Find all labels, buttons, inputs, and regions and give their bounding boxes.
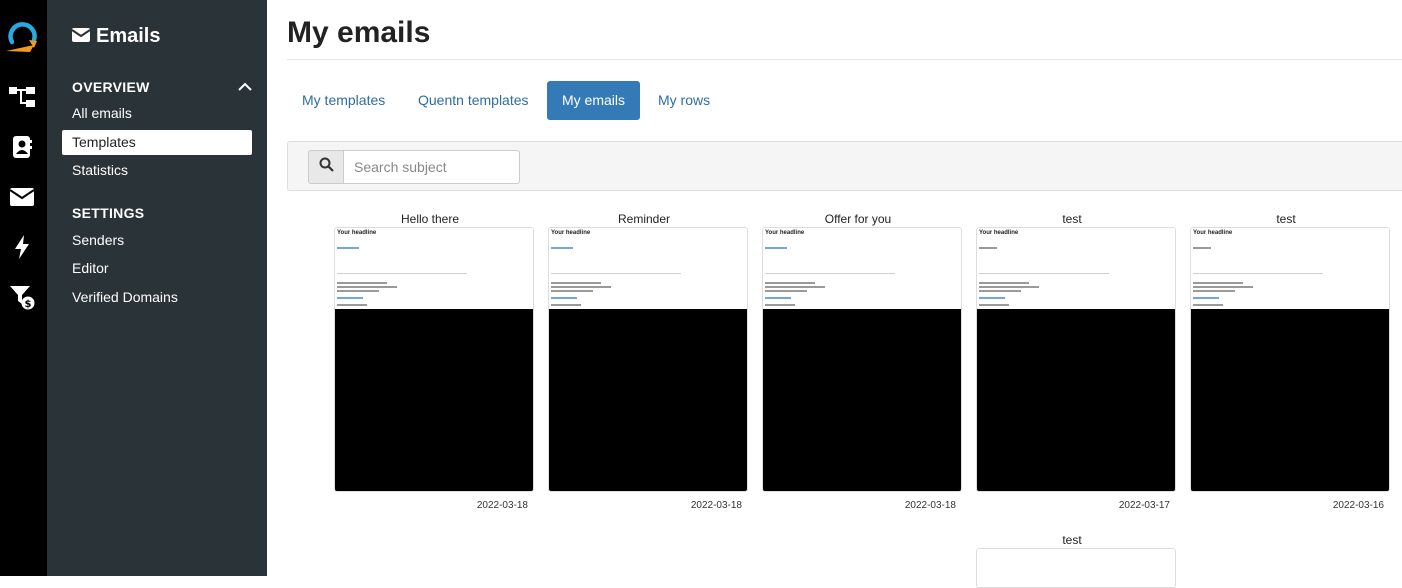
email-card-date: 2022-03-16: [1332, 500, 1384, 511]
tab-my-templates[interactable]: My templates: [287, 81, 400, 120]
tab-quentn-templates[interactable]: Quentn templates: [403, 81, 544, 120]
envelope-icon: [71, 25, 91, 48]
main-content: My emails My templates Quentn templates …: [267, 0, 1402, 588]
sidebar-item-all-emails[interactable]: All emails: [62, 101, 252, 126]
search-icon: [319, 157, 334, 177]
bolt-icon[interactable]: [9, 234, 35, 260]
search-button[interactable]: [308, 150, 344, 184]
sidebar-item-senders[interactable]: Senders: [62, 228, 252, 253]
search-toolbar: [287, 141, 1402, 191]
preview-dark-area: [977, 309, 1175, 491]
preview-dark-area: [335, 309, 533, 491]
preview-body: [335, 228, 533, 309]
email-card-name: Reminder: [617, 212, 671, 226]
sidebar-title: Emails: [71, 25, 161, 48]
preview-headline: Your headline: [551, 230, 591, 236]
search-input[interactable]: [343, 150, 520, 184]
app-logo[interactable]: [4, 18, 42, 56]
tab-my-emails[interactable]: My emails: [547, 81, 641, 120]
preview-headline: Your headline: [337, 230, 377, 236]
email-card-date: 2022-03-17: [1118, 500, 1170, 511]
icon-rail: $: [0, 0, 47, 576]
email-card-date: 2022-03-18: [690, 500, 742, 511]
preview-body: [977, 228, 1175, 309]
preview-dark-area: [549, 309, 747, 491]
page-title: My emails: [287, 16, 431, 49]
envelope-icon[interactable]: [9, 184, 35, 210]
email-preview-thumbnail[interactable]: Your headline: [762, 227, 962, 492]
preview-headline: Your headline: [979, 230, 1019, 236]
sidebar-section-settings: SETTINGS: [72, 205, 145, 221]
preview-body: [549, 228, 747, 309]
email-preview-thumbnail[interactable]: Your headline: [976, 227, 1176, 492]
email-card-name: test: [1062, 212, 1082, 226]
email-preview-thumbnail[interactable]: Your headline: [334, 227, 534, 492]
email-card-date: 2022-03-18: [476, 500, 528, 511]
preview-headline: Your headline: [765, 230, 805, 236]
sidebar-item-verified-domains[interactable]: Verified Domains: [62, 285, 252, 310]
email-card-name: test: [1276, 212, 1296, 226]
chevron-up-icon[interactable]: [237, 80, 253, 92]
svg-text:$: $: [25, 299, 32, 310]
email-card-name: test: [1062, 533, 1082, 547]
email-card-name: Offer for you: [824, 212, 892, 226]
sidebar-item-statistics[interactable]: Statistics: [62, 158, 252, 183]
title-divider: [287, 59, 1402, 60]
sidebar-title-label: Emails: [96, 25, 161, 47]
tab-my-rows[interactable]: My rows: [643, 81, 725, 120]
sidebar-item-editor[interactable]: Editor: [62, 256, 252, 281]
email-preview-thumbnail[interactable]: Your headline: [1190, 227, 1390, 492]
email-preview-thumbnail[interactable]: [976, 548, 1176, 588]
email-card-name: Hello there: [400, 212, 460, 226]
contacts-icon[interactable]: [9, 134, 35, 160]
email-preview-thumbnail[interactable]: Your headline: [548, 227, 748, 492]
preview-dark-area: [1191, 309, 1389, 491]
email-card-date: 2022-03-18: [904, 500, 956, 511]
sidebar-item-templates[interactable]: Templates: [62, 130, 252, 155]
pricing-filter-icon[interactable]: $: [9, 284, 35, 310]
preview-dark-area: [763, 309, 961, 491]
preview-body: [1191, 228, 1389, 309]
funnel-flow-icon[interactable]: [9, 84, 35, 110]
sidebar: Emails OVERVIEW All emails Templates Sta…: [47, 0, 267, 576]
preview-headline: Your headline: [1193, 230, 1233, 236]
sidebar-section-overview: OVERVIEW: [72, 79, 150, 95]
preview-body: [763, 228, 961, 309]
